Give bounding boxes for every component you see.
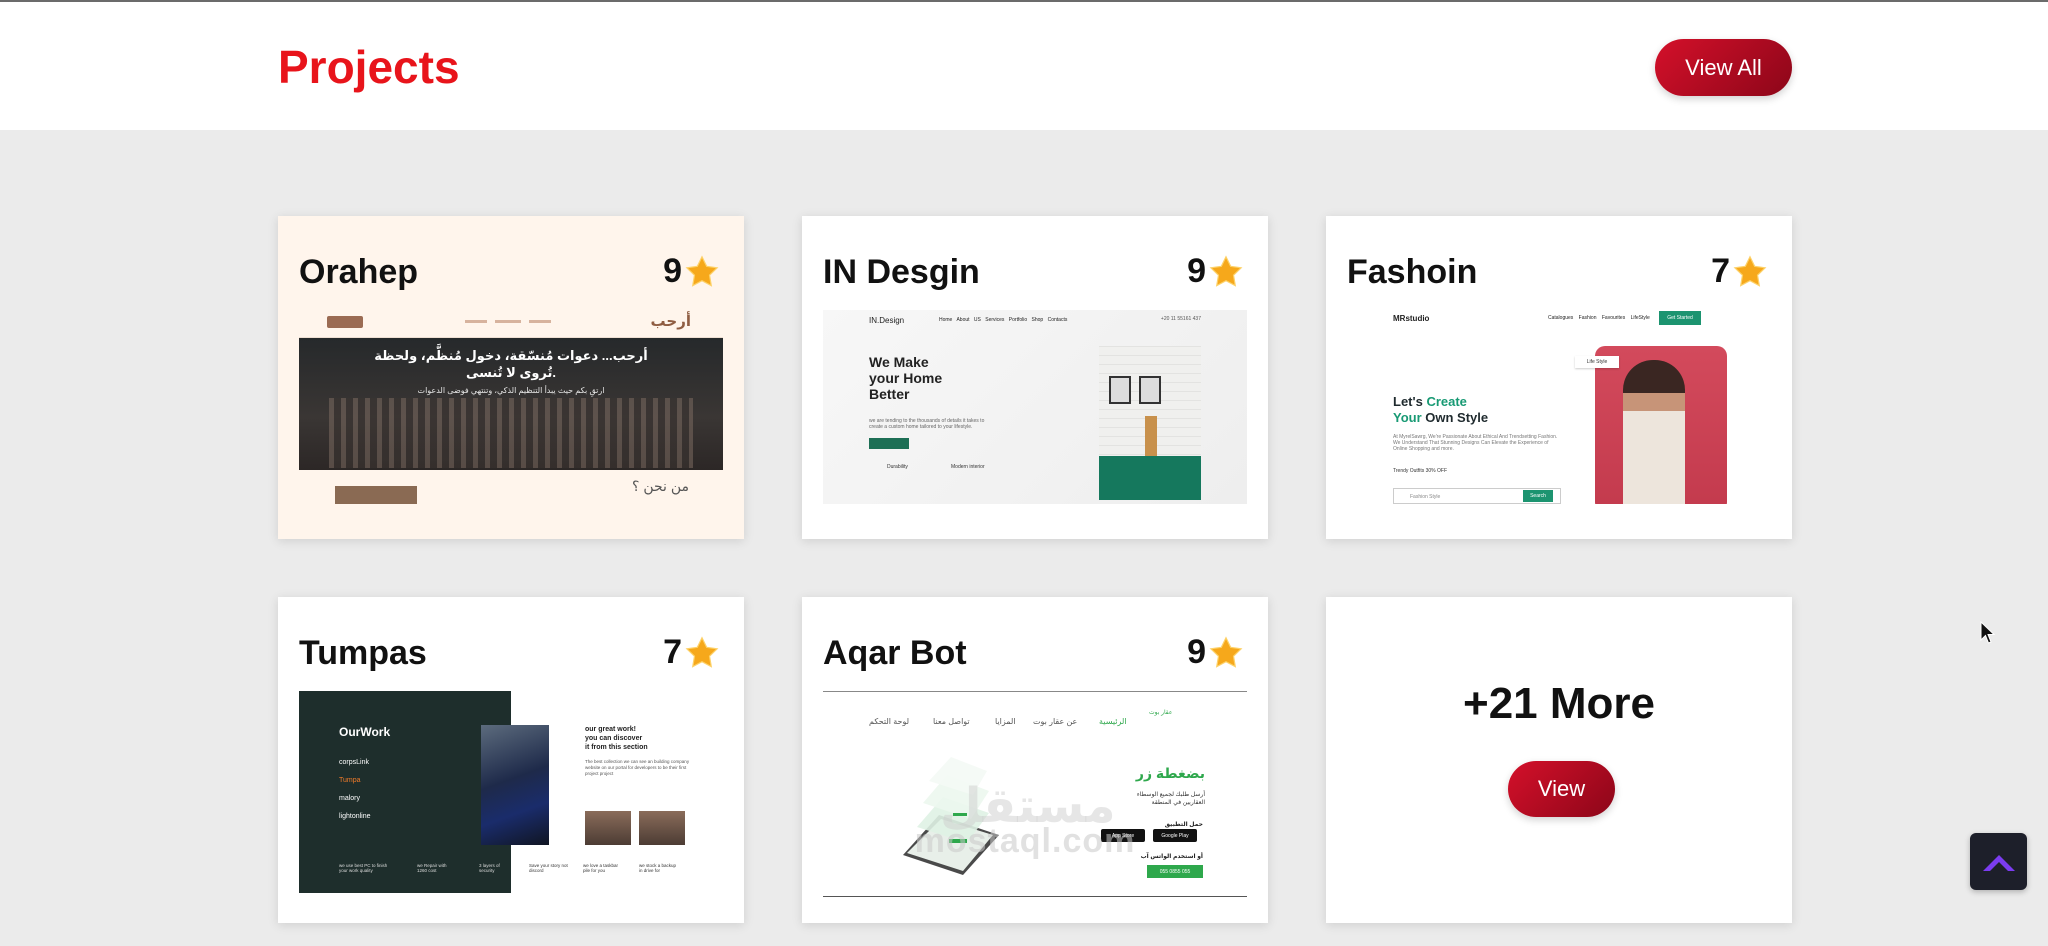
- scroll-to-top-button[interactable]: [1970, 833, 2027, 890]
- preview-footer-item: we use best PC to finish your work quali…: [339, 863, 388, 873]
- preview-footer-item: Save your story not discord: [529, 863, 568, 873]
- preview-tag: Life Style: [1575, 356, 1619, 368]
- preview-list-item: Tumpa: [339, 777, 361, 784]
- preview-offer: Trendy Outfits 30% OFF: [1393, 468, 1447, 474]
- preview-model-photo: [1595, 346, 1727, 504]
- preview-list-item: lightonline: [339, 813, 371, 820]
- rating-value: 7: [1711, 252, 1730, 290]
- project-card-fashion[interactable]: Fashoin 7 MRstudio Catalogues Fashion Fa…: [1326, 216, 1792, 539]
- preview-navbar: أرحب: [299, 310, 723, 338]
- project-preview[interactable]: أرحب أرحب... دعوات مُنسّقة، دخول مُنظَّم…: [299, 310, 723, 504]
- section-header: Projects View All: [0, 2, 2048, 130]
- preview-heading: OurWork: [339, 725, 391, 739]
- project-rating: 9: [1187, 633, 1244, 672]
- star-icon: [1209, 635, 1243, 668]
- watermark: مستقل mostaql.com: [914, 780, 1136, 860]
- project-title: Aqar Bot: [823, 634, 967, 672]
- preview-button: [869, 438, 909, 449]
- project-title: Orahep: [299, 253, 419, 291]
- preview-store-badge: Google Play: [1153, 829, 1197, 842]
- preview-headline-2: تُروى لا تُنسى.: [465, 365, 557, 380]
- project-rating: 9: [1187, 252, 1244, 291]
- preview-about-heading: من نحن ؟: [632, 478, 689, 494]
- preview-body: At MyrelSawrg, We're Passionate About Et…: [1393, 434, 1558, 452]
- preview-search-button: Search: [1523, 490, 1553, 502]
- preview-interior-image: [1099, 346, 1201, 500]
- preview-download: حمل التطبيق: [1164, 822, 1203, 828]
- preview-headline: بضغطة زر: [1135, 765, 1205, 781]
- preview-body: أرسل طلبك لجميع الوسطاء العقاريين في الم…: [1136, 792, 1205, 806]
- rating-value: 9: [663, 252, 682, 290]
- rating-value: 7: [663, 633, 682, 671]
- star-icon: [685, 635, 719, 668]
- preview-footer-item: we love a taskbar pile for you: [583, 863, 619, 873]
- preview-car-image: [481, 725, 549, 845]
- preview-thumbnail: [585, 811, 631, 845]
- rating-value: 9: [1187, 252, 1206, 290]
- preview-headline: We Make your Home Better: [869, 354, 943, 402]
- preview-whatsapp: أو استخدم الواتس آب: [1140, 854, 1203, 860]
- preview-headline: أرحب... دعوات مُنسّقة، دخول مُنظَّم، ولح…: [374, 348, 648, 363]
- view-all-button[interactable]: View All: [1655, 39, 1792, 96]
- preview-cta: 055 0855 055: [1147, 865, 1203, 878]
- more-projects-card: +21 More View: [1326, 597, 1792, 923]
- preview-nav-item: لوحة التحكم: [869, 717, 910, 726]
- project-card-tumpas[interactable]: Tumpas 7 OurWork corpsLink Tumpa malory …: [278, 597, 744, 923]
- preview-footer-item: we stock a backup in drive for: [639, 863, 677, 873]
- preview-nav: Home About US Services Portfolio Shop Co…: [939, 317, 1068, 323]
- preview-logo: MRstudio: [1393, 314, 1430, 323]
- project-rating: 9: [663, 252, 720, 291]
- preview-headline: Let's Create Your Own Style: [1393, 394, 1489, 425]
- preview-nav-item: الرئيسية: [1099, 717, 1127, 726]
- preview-thumbnail: [335, 486, 417, 504]
- mouse-cursor-icon: [1980, 621, 1996, 644]
- preview-feature: Durability: [887, 464, 908, 470]
- project-preview[interactable]: OurWork corpsLink Tumpa malory lightonli…: [299, 691, 723, 893]
- preview-thumbnail: [639, 811, 685, 845]
- preview-footer-item: we Repair with 1260 cost: [417, 863, 447, 873]
- project-preview[interactable]: MRstudio Catalogues Fashion Favourites L…: [1347, 310, 1771, 504]
- preview-body: we are tending to the thousands of detai…: [869, 418, 985, 430]
- preview-subline: ارتقِ بكم حيث يبدأ التنظيم الذكي، وتنتهي…: [417, 386, 605, 395]
- project-card-aqar-bot[interactable]: Aqar Bot 9 لوحة التحكم تواصل معنا المزاي…: [802, 597, 1268, 923]
- project-rating: 7: [1711, 252, 1768, 291]
- star-icon: [1733, 254, 1767, 287]
- preview-phone: +20 11 55161 437: [1160, 316, 1201, 322]
- project-preview[interactable]: IN.Design Home About US Services Portfol…: [823, 310, 1247, 504]
- preview-logo: عقار بوت: [1149, 710, 1173, 716]
- preview-right-body: The best collection we can see an buildi…: [585, 759, 690, 776]
- preview-nav-item: عن عقار بوت: [1033, 717, 1078, 726]
- preview-nav-item: تواصل معنا: [933, 717, 970, 726]
- project-card-orahep[interactable]: Orahep 9 أرحب أرحب... دعوات مُنسّقة، دخو…: [278, 216, 744, 539]
- preview-right-heading: our great work! you can discover it from…: [585, 726, 648, 751]
- view-more-button[interactable]: View: [1508, 761, 1615, 817]
- project-card-in-design[interactable]: IN Desgin 9 IN.Design Home About US Serv…: [802, 216, 1268, 539]
- preview-nav-item: المزايا: [995, 717, 1016, 726]
- preview-logo: IN.Design: [869, 316, 905, 325]
- preview-feature: Modern interior: [951, 464, 985, 470]
- preview-nav: Catalogues Fashion Favourites LifeStyle: [1548, 315, 1650, 321]
- project-title: Tumpas: [299, 634, 427, 672]
- chevron-up-icon: [1982, 854, 2015, 871]
- project-title: IN Desgin: [823, 253, 980, 291]
- preview-list-item: corpsLink: [339, 759, 369, 766]
- project-rating: 7: [663, 633, 720, 672]
- star-icon: [685, 254, 719, 287]
- page-title: Projects: [278, 41, 460, 93]
- preview-cta: Get Started: [1659, 311, 1701, 325]
- rating-value: 9: [1187, 633, 1206, 671]
- preview-logo: أرحب: [650, 313, 691, 330]
- project-title: Fashoin: [1347, 253, 1478, 291]
- preview-footer-item: 3 layers of security: [479, 863, 500, 873]
- preview-list-item: malory: [339, 795, 361, 802]
- star-icon: [1209, 254, 1243, 287]
- more-count: +21 More: [1463, 679, 1655, 728]
